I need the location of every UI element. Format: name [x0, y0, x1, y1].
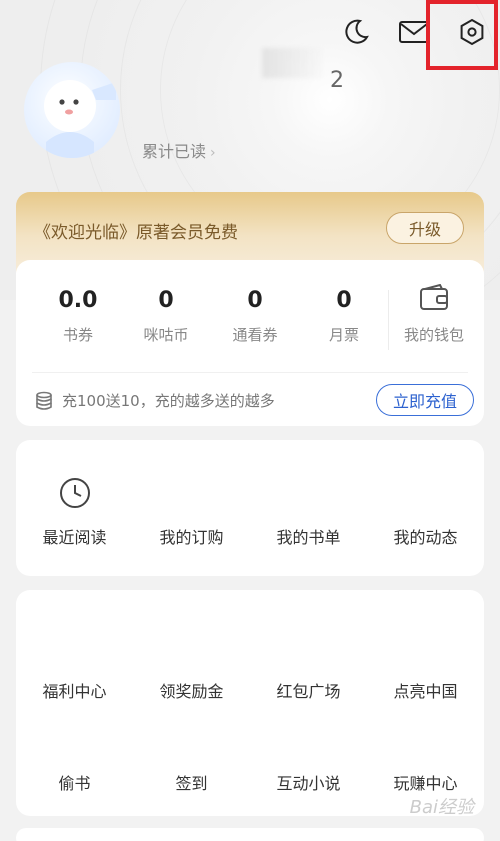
clock-icon [16, 476, 133, 510]
menu-claim-bonus[interactable]: 领奖励金 [133, 678, 250, 702]
menu-interactive-novel[interactable]: 互动小说 [250, 770, 367, 794]
coin-stack-icon [36, 391, 52, 410]
username-suffix: 2 [330, 68, 344, 93]
menu-check-in[interactable]: 签到 [133, 770, 250, 794]
menu-my-booklist[interactable]: 我的书单 [250, 524, 367, 548]
watermark: Bai经验 [409, 797, 474, 818]
menu-steal-book[interactable]: 偷书 [16, 770, 133, 794]
menu-recent-reading[interactable]: 最近阅读 [16, 524, 133, 548]
stat-book-coupon[interactable]: 0.0 书券 [34, 286, 122, 345]
vip-text: 《欢迎光临》原著会员免费 [34, 223, 238, 243]
menu-welfare-center[interactable]: 福利中心 [16, 678, 133, 702]
reading-menu-card: 最近阅读 我的订购 我的书单 我的动态 [16, 440, 484, 576]
stat-pass-coupon[interactable]: 0 通看券 [211, 286, 299, 345]
avatar[interactable] [24, 62, 120, 158]
menu-my-orders[interactable]: 我的订购 [133, 524, 250, 548]
recharge-row: 充100送10，充的越多送的越多 立即充值 [34, 384, 474, 418]
avatar-mascot-icon [44, 80, 116, 158]
stat-label: 通看券 [232, 326, 278, 344]
wallet-row-divider [32, 372, 468, 373]
activity-menu-card: 福利中心 领奖励金 红包广场 点亮中国 偷书 签到 互动小说 玩赚中心 [16, 590, 484, 816]
stat-monthly-ticket[interactable]: 0 月票 [300, 286, 388, 345]
stat-label: 咪咕币 [143, 326, 189, 344]
recharge-promo-text: 充100送10，充的越多送的越多 [62, 392, 275, 410]
read-total-label: 累计已读 [142, 142, 207, 161]
menu-my-activity[interactable]: 我的动态 [367, 524, 484, 548]
menu-red-packet-square[interactable]: 红包广场 [250, 678, 367, 702]
read-total-link[interactable]: 累计已读 › [142, 138, 216, 162]
upgrade-button[interactable]: 升级 [386, 212, 464, 244]
stat-value: 0 [247, 288, 263, 313]
my-wallet-button[interactable]: 我的钱包 [396, 283, 472, 345]
stat-value: 0 [336, 288, 352, 313]
recharge-button[interactable]: 立即充值 [376, 384, 474, 416]
stat-value: 0 [158, 288, 174, 313]
moon-icon[interactable] [338, 14, 374, 50]
stat-migu-coin[interactable]: 0 咪咕币 [122, 286, 210, 345]
settings-highlight-box [426, 0, 498, 70]
wallet-label: 我的钱包 [403, 326, 464, 344]
wallet-icon [420, 283, 448, 310]
wallet-divider [388, 290, 389, 350]
menu-light-up-china[interactable]: 点亮中国 [367, 678, 484, 702]
next-card-peek [16, 828, 484, 841]
stat-label: 书券 [62, 326, 93, 344]
stat-value: 0.0 [58, 288, 98, 313]
menu-earn-center[interactable]: 玩赚中心 [367, 770, 484, 794]
stat-label: 月票 [328, 326, 359, 344]
username-blurred [262, 48, 322, 78]
wallet-card: 0.0 书券 0 咪咕币 0 通看券 0 月票 我的钱包 充100送10，充的越… [16, 260, 484, 426]
chevron-right-icon: › [210, 145, 216, 161]
